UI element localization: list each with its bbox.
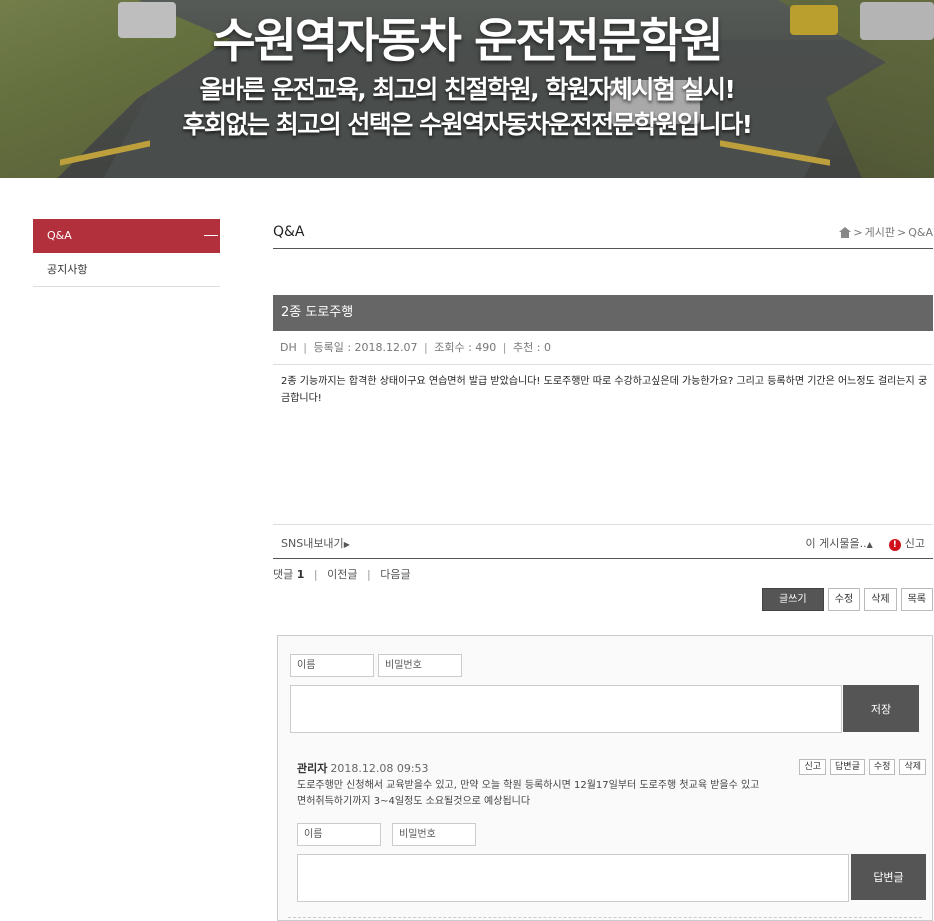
report-button[interactable]: ! 신고 bbox=[888, 535, 925, 551]
play-arrow-icon: ▶ bbox=[343, 540, 350, 549]
page-title: Q&A bbox=[273, 224, 305, 240]
comment-section: 이름 비밀번호 저장 관리자 2018.12.08 09:53 신고 답변글 수정… bbox=[277, 635, 933, 921]
sidebar-item-label: Q&A bbox=[47, 229, 72, 242]
prev-post-link[interactable]: 이전글 bbox=[327, 568, 357, 581]
post-recommend: 추천 : 0 bbox=[513, 341, 551, 354]
sns-bar: SNS내보내기▶ 이 게시물을..▲ ! 신고 bbox=[273, 524, 933, 559]
divider bbox=[288, 917, 922, 918]
chevron-right-icon: > bbox=[853, 225, 863, 239]
comments-count: 1 bbox=[296, 568, 305, 581]
post-nav-links: 댓글 1 | 이전글 | 다음글 bbox=[273, 566, 411, 582]
page-header: Q&A > 게시판 > Q&A bbox=[273, 219, 933, 249]
post-buttons: 글쓰기 수정 삭제 목록 bbox=[761, 588, 933, 611]
delete-button[interactable]: 삭제 bbox=[864, 588, 897, 611]
comment-report-button[interactable]: 신고 bbox=[799, 759, 827, 775]
reply-textarea[interactable] bbox=[297, 854, 849, 902]
comment-text-line: 면허취득하기까지 3~4일정도 소요될것으로 예상됩니다 bbox=[297, 796, 531, 807]
home-icon[interactable] bbox=[839, 226, 852, 238]
sns-share-button[interactable]: SNS내보내기▶ bbox=[281, 535, 350, 551]
comment-edit-button[interactable]: 수정 bbox=[868, 759, 896, 775]
post-meta: DH | 등록일 : 2018.12.07 | 조회수 : 490 | 추천 :… bbox=[273, 331, 933, 365]
hero-banner: 수원역자동차 운전전문학원 올바른 운전교육, 최고의 친절학원, 학원자체시험… bbox=[0, 0, 934, 178]
reply-submit-button[interactable]: 답변글 bbox=[851, 854, 926, 900]
post-body: 2종 기능까지는 합격한 상태이구요 연습면허 발급 받았습니다! 도로주행만 … bbox=[281, 376, 928, 404]
next-post-link[interactable]: 다음글 bbox=[380, 568, 410, 581]
divider: | bbox=[313, 568, 318, 581]
breadcrumb: > 게시판 > Q&A bbox=[839, 224, 933, 240]
sidebar-item-qna[interactable]: Q&A bbox=[33, 219, 220, 253]
comments-label: 댓글 bbox=[273, 568, 294, 581]
comment-actions: 신고 답변글 수정 삭제 bbox=[799, 759, 926, 775]
comment-date: 2018.12.08 09:53 bbox=[330, 762, 429, 775]
reply-name-input[interactable]: 이름 bbox=[297, 823, 381, 846]
main-content: Q&A > 게시판 > Q&A 2종 도로주행 DH | 등록일 : 2018.… bbox=[273, 219, 933, 921]
comment-reply-button[interactable]: 답변글 bbox=[830, 759, 865, 775]
breadcrumb-item[interactable]: Q&A bbox=[908, 226, 933, 239]
post-date: 등록일 : 2018.12.07 bbox=[313, 341, 418, 354]
post-menu-button[interactable]: 이 게시물을..▲ bbox=[806, 535, 873, 551]
triangle-up-icon: ▲ bbox=[866, 540, 873, 549]
banner-subtitle: 올바른 운전교육, 최고의 친절학원, 학원자체시험 실시! bbox=[199, 75, 736, 104]
sidebar-item-label: 공지사항 bbox=[47, 263, 88, 276]
comment-save-button[interactable]: 저장 bbox=[843, 685, 919, 732]
sns-share-label: SNS내보내기 bbox=[281, 537, 344, 550]
active-indicator-icon bbox=[204, 235, 218, 236]
alert-icon: ! bbox=[888, 539, 901, 551]
chevron-right-icon: > bbox=[897, 225, 907, 239]
banner-title: 수원역자동차 운전전문학원 bbox=[212, 14, 723, 69]
comment-text: 도로주행만 신청해서 교육받을수 있고, 만약 오늘 학원 등록하시면 12월1… bbox=[297, 778, 817, 810]
divider: | bbox=[502, 341, 507, 354]
sidebar-nav: Q&A 공지사항 bbox=[33, 219, 220, 287]
reply-password-input[interactable]: 비밀번호 bbox=[392, 823, 476, 846]
comment-delete-button[interactable]: 삭제 bbox=[899, 759, 926, 775]
post-author: DH bbox=[280, 341, 297, 354]
report-label: 신고 bbox=[904, 537, 925, 550]
edit-button[interactable]: 수정 bbox=[827, 588, 861, 611]
comment-password-input[interactable]: 비밀번호 bbox=[378, 654, 462, 677]
banner-subtitle: 후회없는 최고의 선택은 수원역자동차운전전문학원입니다! bbox=[182, 110, 753, 139]
post-views: 조회수 : 490 bbox=[434, 341, 497, 354]
post-title: 2종 도로주행 bbox=[273, 295, 933, 331]
sidebar-item-notice[interactable]: 공지사항 bbox=[33, 253, 220, 287]
breadcrumb-item[interactable]: 게시판 bbox=[865, 224, 895, 240]
sns-actions: 이 게시물을..▲ ! 신고 bbox=[806, 535, 925, 551]
comment-author: 관리자 bbox=[297, 762, 328, 775]
list-button[interactable]: 목록 bbox=[900, 588, 933, 611]
divider: | bbox=[424, 341, 428, 354]
comments-link[interactable]: 댓글 1 bbox=[273, 568, 304, 581]
comment-name-input[interactable]: 이름 bbox=[290, 654, 374, 677]
post-menu-label: 이 게시물을.. bbox=[805, 537, 867, 550]
comment-textarea[interactable] bbox=[290, 685, 842, 733]
write-button[interactable]: 글쓰기 bbox=[761, 588, 824, 611]
comment-header: 관리자 2018.12.08 09:53 bbox=[297, 760, 429, 776]
divider: | bbox=[303, 341, 307, 354]
divider: | bbox=[367, 568, 371, 581]
comment-text-line: 도로주행만 신청해서 교육받을수 있고, 만약 오늘 학원 등록하시면 12월1… bbox=[297, 780, 760, 791]
